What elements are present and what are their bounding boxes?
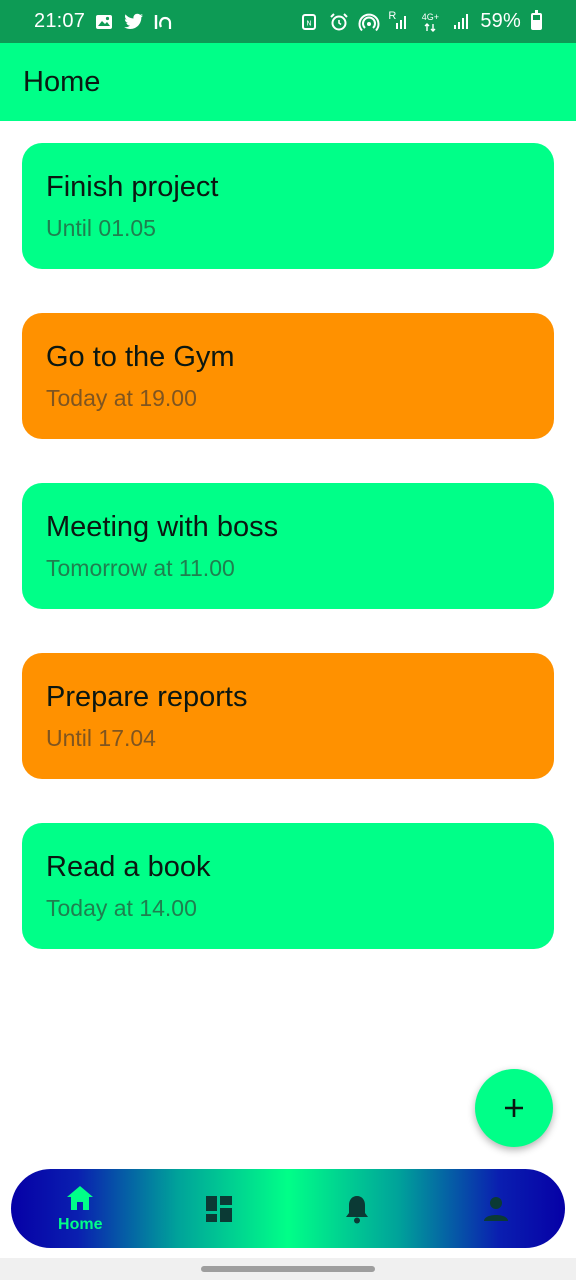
task-card[interactable]: Read a book Today at 14.00 [22, 823, 554, 949]
signal-icon [450, 11, 472, 33]
dashboard-icon [205, 1195, 233, 1223]
task-card[interactable]: Meeting with boss Tomorrow at 11.00 [22, 483, 554, 609]
page-title: Home [23, 65, 101, 98]
twitter-icon [123, 11, 145, 33]
task-due: Today at 19.00 [46, 385, 197, 411]
battery-icon [531, 10, 542, 30]
nav-item-home[interactable]: Home [30, 1169, 130, 1248]
home-icon [65, 1184, 95, 1212]
task-due: Until 01.05 [46, 215, 156, 241]
nav-item-dashboard[interactable] [169, 1169, 269, 1248]
gesture-handle[interactable] [201, 1266, 375, 1272]
svg-text:N: N [307, 19, 312, 27]
la-app-icon [153, 11, 175, 33]
status-time: 21:07 [34, 10, 86, 32]
status-bar: 21:07 N R 4G+ 59% [0, 0, 576, 43]
app-bar: Home [0, 43, 576, 121]
gallery-icon [93, 11, 115, 33]
alarm-icon [328, 11, 350, 33]
battery-percent: 59% [480, 10, 521, 32]
bell-icon [344, 1194, 370, 1224]
add-task-button[interactable] [475, 1069, 553, 1147]
bottom-nav: Home [11, 1169, 565, 1248]
person-icon [483, 1196, 509, 1222]
task-due: Today at 14.00 [46, 895, 197, 921]
task-card[interactable]: Finish project Until 01.05 [22, 143, 554, 269]
task-title: Finish project [46, 171, 219, 203]
task-title: Go to the Gym [46, 341, 235, 373]
task-due: Until 17.04 [46, 725, 156, 751]
task-title: Meeting with boss [46, 511, 279, 543]
task-list: Finish project Until 01.05 Go to the Gym… [22, 143, 554, 993]
nav-item-notifications[interactable] [307, 1169, 407, 1248]
task-card[interactable]: Go to the Gym Today at 19.00 [22, 313, 554, 439]
plus-icon [502, 1096, 526, 1120]
task-due: Tomorrow at 11.00 [46, 555, 235, 581]
status-right: N R 4G+ 59% [298, 10, 542, 33]
data-4g-icon: 4G+ [418, 11, 442, 33]
nav-label-home: Home [58, 1215, 103, 1233]
hotspot-icon [358, 11, 380, 33]
task-card[interactable]: Prepare reports Until 17.04 [22, 653, 554, 779]
signal-r-icon: R [388, 10, 410, 33]
nfc-icon: N [298, 11, 320, 33]
status-left: 21:07 [34, 10, 175, 33]
task-title: Read a book [46, 851, 211, 883]
nav-item-profile[interactable] [446, 1169, 546, 1248]
task-title: Prepare reports [46, 681, 248, 713]
